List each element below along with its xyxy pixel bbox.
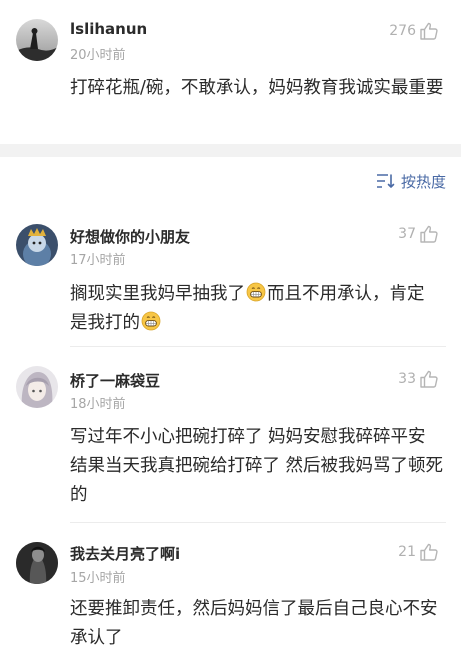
thumbs-up-icon[interactable] — [419, 542, 439, 562]
comment-text: 还要推卸责任，然后妈妈信了最后自己良心不安承认了 — [70, 599, 438, 648]
divider — [70, 522, 446, 523]
comment-text-part: 搁现实里我妈早抽我了 — [70, 284, 245, 304]
grin-emoji — [141, 311, 161, 331]
like-count: 37 — [398, 226, 416, 242]
username[interactable]: 桥了一麻袋豆 — [70, 370, 160, 391]
avatar[interactable] — [16, 19, 58, 61]
divider — [70, 346, 446, 347]
comment-item: 桥了一麻袋豆 18小时前 33 写过年不小心把碗打碎了 妈妈安慰我碎碎平安 结果… — [0, 348, 461, 520]
timestamp: 20小时前 — [70, 48, 126, 63]
like-count: 21 — [398, 544, 416, 560]
avatar[interactable] — [16, 224, 58, 266]
section-separator — [0, 144, 461, 157]
like-count: 276 — [389, 23, 416, 39]
sort-icon — [376, 174, 395, 188]
timestamp: 17小时前 — [70, 253, 126, 268]
thumbs-up-icon[interactable] — [419, 224, 439, 244]
thumbs-up-icon[interactable] — [419, 21, 439, 41]
comment-text: 打碎花瓶/碗，不敢承认，妈妈教育我诚实最重要 — [70, 78, 444, 98]
like-count: 33 — [398, 371, 416, 387]
username[interactable]: lslihanun — [70, 20, 147, 38]
sort-label: 按热度 — [400, 172, 446, 191]
sort-by-hotness-button[interactable]: 按热度 — [376, 171, 446, 191]
comment-item: lslihanun 20小时前 276 打碎花瓶/碗，不敢承认，妈妈教育我诚实最… — [0, 0, 461, 144]
comment-item: 我去关月亮了啊i 15小时前 21 还要推卸责任，然后妈妈信了最后自己良心不安承… — [0, 524, 461, 658]
grin-emoji — [246, 282, 266, 302]
comment-text: 搁现实里我妈早抽我了 而且不用承认，肯定是我打的 — [70, 280, 440, 338]
username[interactable]: 我去关月亮了啊i — [70, 543, 180, 564]
timestamp: 18小时前 — [70, 397, 126, 412]
timestamp: 15小时前 — [70, 571, 126, 586]
avatar[interactable] — [16, 542, 58, 584]
comment-text: 写过年不小心把碗打碎了 妈妈安慰我碎碎平安 结果当天我真把碗给打碎了 然后被我妈… — [70, 427, 444, 505]
avatar[interactable] — [16, 366, 58, 408]
username[interactable]: 好想做你的小朋友 — [70, 226, 190, 247]
comment-item: 好想做你的小朋友 17小时前 37 搁现实里我妈早抽我了 而且不用承认，肯定是我打… — [0, 208, 461, 344]
thumbs-up-icon[interactable] — [419, 369, 439, 389]
